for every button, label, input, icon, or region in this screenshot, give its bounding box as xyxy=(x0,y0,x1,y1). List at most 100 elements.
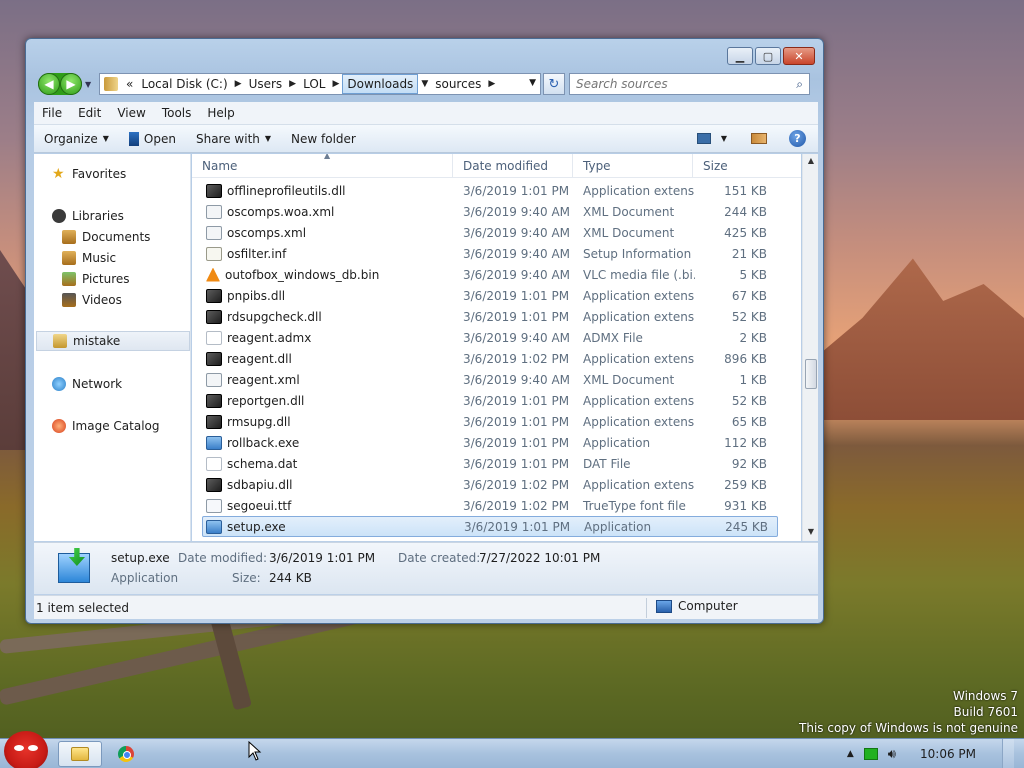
new-folder-button[interactable]: New folder xyxy=(281,132,366,146)
column-headers: ▲ Name Date modified Type Size xyxy=(192,154,801,178)
breadcrumb-sources[interactable]: sources xyxy=(431,77,485,91)
back-forward-group: ◀ ▶ xyxy=(38,73,82,95)
file-row[interactable]: reagent.admx 3/6/2019 9:40 AM ADMX File 2 K… xyxy=(192,327,801,348)
maximize-button[interactable]: ▢ xyxy=(755,47,781,65)
file-name-cell: reportgen.dll xyxy=(192,393,453,408)
scroll-thumb[interactable] xyxy=(805,359,817,389)
show-hidden-icons-icon[interactable]: ▲ xyxy=(847,749,854,759)
file-size: 245 KB xyxy=(725,519,768,534)
file-row[interactable]: reagent.xml 3/6/2019 9:40 AM XML Document 1… xyxy=(192,369,801,390)
breadcrumb-separator-icon[interactable]: ▶ xyxy=(232,79,245,89)
breadcrumb-overflow[interactable]: « xyxy=(122,77,137,91)
breadcrumb-downloads[interactable]: Downloads xyxy=(342,74,419,94)
exe-file-icon xyxy=(206,435,222,450)
file-row[interactable]: rmsupg.dll 3/6/2019 1:01 PM Application ex… xyxy=(192,411,801,432)
scroll-up-icon[interactable]: ▲ xyxy=(805,156,817,168)
file-row[interactable]: osfilter.inf 3/6/2019 9:40 AM Setup Inform… xyxy=(192,243,801,264)
breadcrumb-separator-icon[interactable]: ▶ xyxy=(485,79,498,89)
view-options-chevron-icon[interactable]: ▼ xyxy=(721,134,727,143)
nav-user-mistake[interactable]: mistake xyxy=(36,331,190,351)
file-row[interactable]: oscomps.woa.xml 3/6/2019 9:40 AM XML Docum… xyxy=(192,201,801,222)
file-name: outofbox_windows_db.bin xyxy=(225,267,380,282)
column-header-date[interactable]: Date modified xyxy=(453,154,573,178)
volume-icon[interactable]: 🔊︎ xyxy=(888,747,896,762)
breadcrumb-local-disk[interactable]: Local Disk (C:) xyxy=(137,77,231,91)
show-desktop-button[interactable] xyxy=(1002,739,1014,768)
nav-favorites[interactable]: ★ Favorites xyxy=(52,164,209,184)
file-row[interactable]: outofbox_windows_db.bin 3/6/2019 9:40 AM V… xyxy=(192,264,801,285)
file-row[interactable]: oscomps.xml 3/6/2019 9:40 AM XML Document 4… xyxy=(192,222,801,243)
details-filetype: Application xyxy=(111,571,179,585)
menu-help[interactable]: Help xyxy=(199,106,242,120)
nav-videos-label: Videos xyxy=(82,293,122,307)
search-box[interactable]: ⌕ xyxy=(569,73,810,95)
scroll-down-icon[interactable]: ▼ xyxy=(805,527,817,539)
file-name-cell: oscomps.woa.xml xyxy=(192,204,453,219)
file-name-cell: rdsupgcheck.dll xyxy=(192,309,453,324)
breadcrumb-separator-icon[interactable]: ▶ xyxy=(286,79,299,89)
breadcrumb-separator-icon[interactable]: ▶ xyxy=(329,79,342,89)
file-row[interactable]: setup.exe 3/6/2019 1:01 PM Application 245 … xyxy=(202,516,778,537)
dll-file-icon xyxy=(206,414,222,429)
taskbar-clock[interactable]: 10:06 PM xyxy=(920,747,976,761)
menu-tools[interactable]: Tools xyxy=(154,106,200,120)
breadcrumb-dropdown-icon[interactable]: ▼ xyxy=(418,79,431,89)
menu-view[interactable]: View xyxy=(109,106,153,120)
status-location-label: Computer xyxy=(678,599,738,613)
column-header-name[interactable]: ▲ Name xyxy=(192,154,453,178)
file-name-cell: reagent.admx xyxy=(192,330,453,345)
nav-documents-label: Documents xyxy=(82,230,151,244)
file-row[interactable]: pnpibs.dll 3/6/2019 1:01 PM Application ex… xyxy=(192,285,801,306)
taskbar-explorer[interactable] xyxy=(58,741,102,767)
search-input[interactable] xyxy=(576,77,776,91)
start-button[interactable] xyxy=(4,731,48,768)
file-row[interactable]: rollback.exe 3/6/2019 1:01 PM Application 1… xyxy=(192,432,801,453)
address-bar[interactable]: « Local Disk (C:) ▶ Users ▶ LOL ▶ Downlo… xyxy=(99,73,541,95)
preview-pane-icon[interactable] xyxy=(751,133,767,144)
nav-network[interactable]: Network xyxy=(52,374,209,394)
file-size: 259 KB xyxy=(724,477,767,492)
open-label: Open xyxy=(143,131,176,146)
address-history-chevron-icon[interactable]: ▼ xyxy=(529,78,536,88)
nav-image-catalog[interactable]: Image Catalog xyxy=(52,416,209,436)
menu-file[interactable]: File xyxy=(34,106,70,120)
explorer-window[interactable]: ▁ ▢ ✕ ◀ ▶ ▼ « Local Disk (C:) ▶ Users ▶ … xyxy=(25,38,824,624)
column-header-size-label: Size xyxy=(703,159,728,173)
file-row[interactable]: offlineprofileutils.dll 3/6/2019 1:01 PM A… xyxy=(192,180,801,201)
network-status-icon[interactable] xyxy=(863,748,878,760)
file-row[interactable]: reportgen.dll 3/6/2019 1:01 PM Application… xyxy=(192,390,801,411)
breadcrumb-lol[interactable]: LOL xyxy=(299,77,329,91)
file-type: ADMX File xyxy=(583,330,643,345)
recent-pages-button[interactable]: ▼ xyxy=(85,80,95,89)
file-row[interactable]: schema.dat 3/6/2019 1:01 PM DAT File 92 KB xyxy=(192,453,801,474)
help-icon[interactable]: ? xyxy=(789,130,806,147)
details-size-label: Size: xyxy=(232,571,261,585)
back-button[interactable]: ◀ xyxy=(38,73,60,95)
file-list[interactable]: ▲ Name Date modified Type Size offlinepr… xyxy=(192,154,801,541)
share-with-button[interactable]: Share with ▼ xyxy=(186,132,281,146)
file-size: 21 KB xyxy=(731,246,767,261)
column-header-type[interactable]: Type xyxy=(573,154,693,178)
change-view-icon[interactable] xyxy=(696,133,711,144)
refresh-button[interactable]: ↻ xyxy=(543,73,565,95)
font-file-icon xyxy=(206,498,222,513)
forward-button[interactable]: ▶ xyxy=(60,73,82,95)
file-name-cell: rollback.exe xyxy=(192,435,453,450)
taskbar-chrome[interactable] xyxy=(104,741,148,767)
vertical-scrollbar[interactable]: ▲ ▼ xyxy=(802,154,818,541)
file-row[interactable]: rdsupgcheck.dll 3/6/2019 1:01 PM Applicati… xyxy=(192,306,801,327)
column-header-size[interactable]: Size xyxy=(693,154,773,178)
search-icon[interactable]: ⌕ xyxy=(796,77,803,92)
file-row[interactable]: sdbapiu.dll 3/6/2019 1:02 PM Application e… xyxy=(192,474,801,495)
file-row[interactable]: reagent.dll 3/6/2019 1:02 PM Application e… xyxy=(192,348,801,369)
file-row[interactable]: segoeui.ttf 3/6/2019 1:02 PM TrueType font… xyxy=(192,495,801,516)
open-button[interactable]: Open xyxy=(119,131,186,146)
organize-button[interactable]: Organize ▼ xyxy=(34,132,119,146)
navigation-pane: ★ Favorites Libraries Documents Music Pi… xyxy=(34,154,191,541)
menu-edit[interactable]: Edit xyxy=(70,106,109,120)
close-button[interactable]: ✕ xyxy=(783,47,815,65)
minimize-button[interactable]: ▁ xyxy=(727,47,753,65)
nav-libraries[interactable]: Libraries xyxy=(52,206,209,226)
breadcrumb-users[interactable]: Users xyxy=(245,77,287,91)
file-date: 3/6/2019 1:01 PM xyxy=(463,456,570,471)
